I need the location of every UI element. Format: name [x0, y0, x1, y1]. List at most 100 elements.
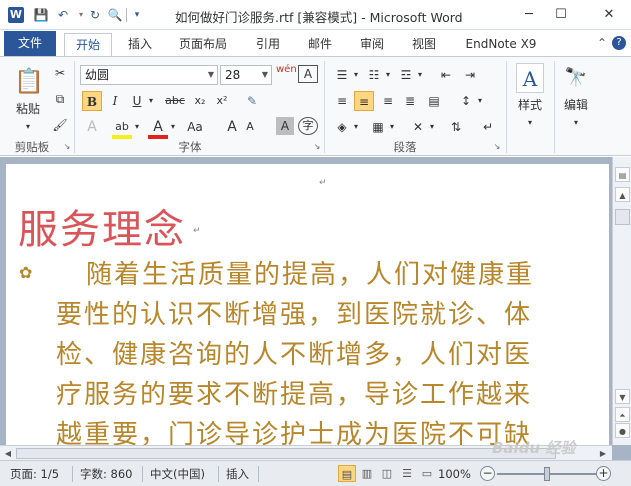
text-effects-icon[interactable]: A — [82, 117, 102, 137]
shading-icon[interactable]: ◈ — [332, 117, 352, 137]
scroll-right-icon[interactable]: ▶ — [596, 447, 610, 460]
browse-object-icon[interactable]: ● — [615, 423, 630, 438]
body-line[interactable]: 要性的认识不断增强，到医院就诊、体 — [56, 294, 532, 331]
body-line[interactable]: 检、健康咨询的人不断增多，人们对医 — [56, 334, 532, 371]
paste-button-label[interactable]: 粘贴 — [10, 99, 46, 119]
borders-icon[interactable]: ▦ — [368, 117, 388, 137]
tab-insert[interactable]: 插入 — [118, 33, 162, 56]
strikethrough-button[interactable]: abc — [162, 91, 188, 111]
enclose-chars-button[interactable]: 字 — [298, 117, 318, 135]
multilevel-list-icon[interactable]: ☲ — [396, 65, 416, 85]
chinese-layout-icon[interactable]: ✕ — [408, 117, 428, 137]
outline-view-icon[interactable]: ☰ — [398, 465, 416, 482]
scroll-left-icon[interactable]: ◀ — [1, 447, 15, 460]
zoom-slider-thumb[interactable] — [544, 467, 550, 481]
char-border-button[interactable]: A — [298, 65, 318, 83]
redo-icon[interactable]: ↻ — [86, 6, 104, 24]
paste-icon[interactable]: 📋 — [14, 63, 44, 99]
tab-home[interactable]: 开始 — [64, 33, 112, 57]
italic-button[interactable]: I — [106, 91, 124, 111]
superscript-button[interactable]: x² — [212, 91, 232, 111]
tab-view[interactable]: 视图 — [402, 33, 446, 56]
scroll-up-icon[interactable]: ▲ — [615, 187, 630, 202]
insert-mode-status[interactable]: 插入 — [226, 465, 249, 483]
borders-dropdown-icon[interactable]: ▾ — [388, 117, 396, 137]
line-spacing-dropdown-icon[interactable]: ▾ — [476, 91, 484, 111]
font-launcher-icon[interactable]: ↘ — [312, 142, 322, 152]
hscroll-thumb[interactable] — [16, 448, 556, 459]
font-color-button[interactable]: A — [148, 117, 168, 139]
justify-icon[interactable]: ≣ — [400, 91, 420, 111]
underline-button[interactable]: U — [128, 91, 146, 111]
customize-qat-icon[interactable]: ▾ — [128, 6, 146, 24]
phonetic-guide-button[interactable]: wén — [276, 65, 297, 85]
highlight-dropdown-icon[interactable]: ▾ — [132, 117, 142, 137]
format-painter-icon[interactable]: 🖌 — [50, 115, 70, 135]
tab-references[interactable]: 引用 — [246, 33, 290, 56]
language-status[interactable]: 中文(中国) — [150, 465, 205, 483]
scroll-thumb[interactable] — [615, 209, 630, 225]
styles-dropdown-icon[interactable]: ▾ — [524, 113, 536, 133]
web-layout-icon[interactable]: ◫ — [378, 465, 396, 482]
vertical-scrollbar[interactable]: ▤ ▲ ▼ ⏶ ● — [612, 157, 631, 445]
document-page[interactable]: ↵ 服务理念 ↵ ✿ 随着生活质量的提高，人们对健康重 要性的认识不断增强，到医… — [6, 164, 609, 460]
align-center-icon[interactable]: ≡ — [354, 91, 374, 111]
font-name-combo[interactable]: 幼圆 ▼ — [80, 65, 218, 85]
multilevel-dropdown-icon[interactable]: ▾ — [416, 65, 424, 85]
grow-font-button[interactable]: A — [224, 117, 240, 137]
chevron-down-icon[interactable]: ▼ — [208, 66, 214, 84]
shrink-font-button[interactable]: A — [242, 117, 258, 137]
minimize-button[interactable]: ─ — [516, 4, 542, 26]
tab-endnote[interactable]: EndNote X9 — [454, 33, 548, 56]
bullets-icon[interactable]: ☰ — [332, 65, 352, 85]
paragraph-launcher-icon[interactable]: ↘ — [492, 142, 502, 152]
tab-page-layout[interactable]: 页面布局 — [170, 33, 236, 56]
tab-file[interactable]: 文件 — [4, 31, 56, 56]
page-count[interactable]: 页面: 1/5 — [10, 465, 59, 483]
word-app-icon[interactable]: W — [8, 7, 24, 23]
body-line[interactable]: 随着生活质量的提高，人们对健康重 — [86, 254, 534, 291]
full-screen-reading-icon[interactable]: ▥ — [358, 465, 376, 482]
styles-button-label[interactable]: 样式 — [510, 95, 550, 115]
editing-dropdown-icon[interactable]: ▾ — [570, 113, 582, 133]
zoom-in-button[interactable]: + — [596, 466, 611, 481]
align-right-icon[interactable]: ≡ — [378, 91, 398, 111]
char-shading-button[interactable]: A — [276, 117, 294, 135]
word-count[interactable]: 字数: 860 — [80, 465, 132, 483]
print-preview-icon[interactable]: 🔍 — [106, 6, 124, 24]
save-icon[interactable]: 💾 — [32, 6, 50, 24]
underline-dropdown-icon[interactable]: ▾ — [146, 91, 156, 111]
tab-mailings[interactable]: 邮件 — [298, 33, 342, 56]
binoculars-icon[interactable]: 🔭 — [562, 63, 590, 93]
minimize-ribbon-icon[interactable]: ⌃ — [594, 35, 610, 51]
decrease-indent-icon[interactable]: ⇤ — [436, 65, 456, 85]
numbering-icon[interactable]: ☷ — [364, 65, 384, 85]
tab-review[interactable]: 审阅 — [350, 33, 394, 56]
copy-icon[interactable]: ⧉ — [50, 89, 70, 109]
styles-icon[interactable]: A — [516, 63, 544, 93]
zoom-level[interactable]: 100% — [438, 465, 471, 483]
maximize-button[interactable]: ☐ — [548, 4, 574, 26]
chinese-layout-dropdown-icon[interactable]: ▾ — [428, 117, 436, 137]
bullets-dropdown-icon[interactable]: ▾ — [352, 65, 360, 85]
shading-dropdown-icon[interactable]: ▾ — [352, 117, 360, 137]
undo-icon[interactable]: ↶ — [54, 6, 72, 24]
sort-icon[interactable]: ⇅ — [446, 117, 466, 137]
draft-view-icon[interactable]: ▭ — [418, 465, 436, 482]
chevron-down-icon[interactable]: ▼ — [262, 66, 268, 84]
zoom-out-button[interactable]: − — [480, 466, 495, 481]
print-layout-icon[interactable]: ▤ — [338, 465, 356, 482]
paste-dropdown-icon[interactable]: ▾ — [22, 117, 34, 137]
body-line[interactable]: 疗服务的要求不断提高，导诊工作越来 — [56, 374, 532, 411]
ruler-toggle-icon[interactable]: ▤ — [615, 167, 630, 182]
scroll-down-icon[interactable]: ▼ — [615, 389, 630, 404]
line-spacing-icon[interactable]: ↕ — [456, 91, 476, 111]
help-icon[interactable]: ? — [612, 36, 626, 50]
clipboard-launcher-icon[interactable]: ↘ — [62, 142, 72, 152]
cut-icon[interactable]: ✂ — [50, 63, 70, 83]
show-marks-icon[interactable]: ↵ — [478, 117, 498, 137]
clear-formatting-icon[interactable]: ✎ — [242, 91, 262, 111]
previous-page-icon[interactable]: ⏶ — [615, 407, 630, 422]
subscript-button[interactable]: x₂ — [190, 91, 210, 111]
distributed-icon[interactable]: ▤ — [424, 91, 444, 111]
